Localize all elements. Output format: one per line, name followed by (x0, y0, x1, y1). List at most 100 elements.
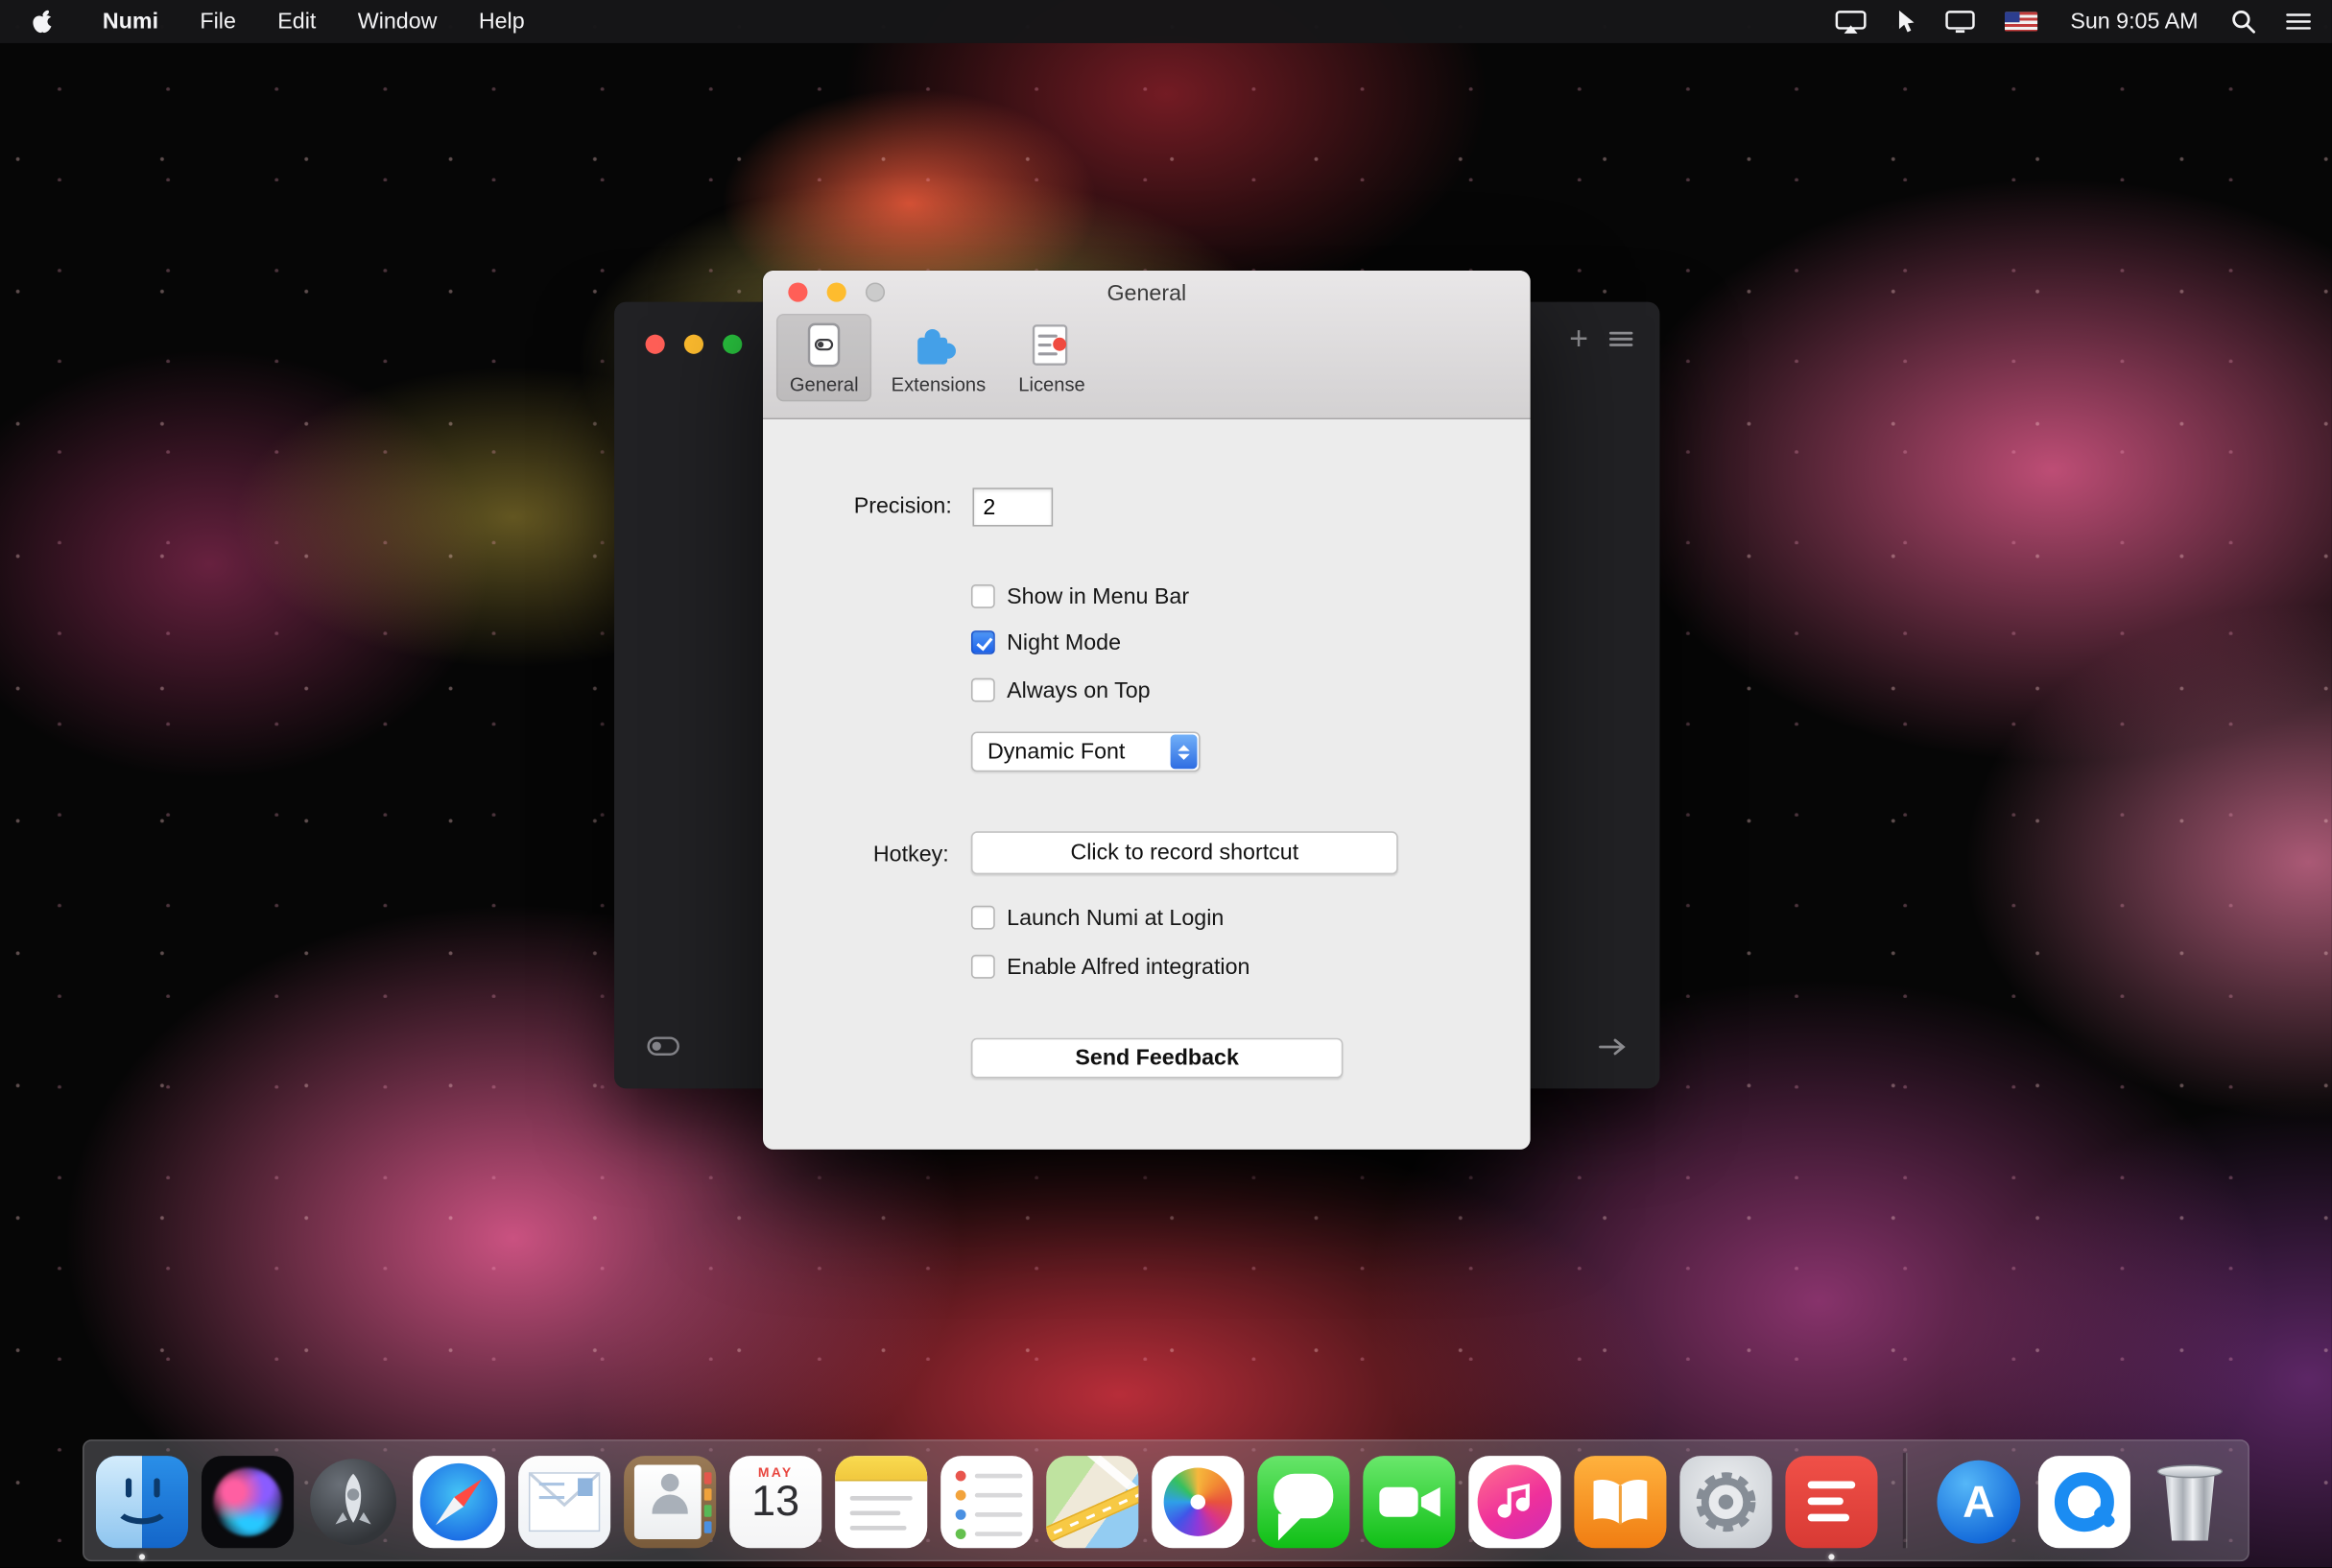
dock-item-notes[interactable] (835, 1456, 927, 1548)
dock-divider (1903, 1453, 1908, 1548)
menu-file[interactable]: File (179, 0, 257, 43)
dock-item-app-store[interactable]: A (1933, 1456, 2025, 1548)
font-select-value: Dynamic Font (973, 739, 1126, 764)
apple-menu[interactable] (0, 0, 82, 43)
dock-item-quicktime[interactable] (2038, 1456, 2130, 1548)
stamp (578, 1478, 592, 1496)
checkbox-night-mode[interactable]: Night Mode (971, 628, 1121, 657)
rocket-glyph (307, 1456, 399, 1548)
checkbox-label: Enable Alfred integration (1007, 954, 1249, 979)
menu-bar-left: Numi File Edit Window Help (0, 0, 545, 43)
launchpad-icon (307, 1456, 399, 1548)
apple-icon (32, 9, 54, 34)
preferences-titlebar[interactable]: General General Extensions (763, 271, 1531, 419)
license-tab-icon (1031, 321, 1072, 369)
tab-license-label: License (1018, 373, 1084, 395)
facetime-icon (1363, 1456, 1455, 1548)
theme-toggle-icon[interactable] (647, 1036, 679, 1063)
app-store-letter: A (1933, 1456, 2025, 1548)
add-icon[interactable]: + (1569, 322, 1588, 355)
close-button[interactable] (646, 335, 665, 354)
app-store-icon: A (1933, 1456, 2025, 1548)
checkbox-box (971, 906, 995, 930)
preferences-tabs: General Extensions License (776, 314, 1099, 401)
arrow-right-icon[interactable] (1597, 1036, 1627, 1063)
popup-stepper-icon (1171, 735, 1198, 770)
trash-icon (2144, 1456, 2236, 1548)
numi-app-icon (1785, 1456, 1877, 1548)
us-flag-icon[interactable] (1990, 0, 2053, 43)
dock-item-launchpad[interactable] (307, 1456, 399, 1548)
tab-general-label: General (790, 373, 859, 395)
menu-edit[interactable]: Edit (257, 0, 337, 43)
dock-item-finder[interactable] (96, 1456, 188, 1548)
open-book-glyph (1574, 1456, 1666, 1548)
screen: + General General (0, 0, 2332, 1567)
airplay-display-icon[interactable] (1820, 0, 1882, 43)
dock-item-messages[interactable] (1257, 1456, 1349, 1548)
music-note-glyph (1468, 1456, 1560, 1548)
checkbox-show-in-menu-bar[interactable]: Show in Menu Bar (971, 582, 1189, 611)
extensions-tab-icon (915, 321, 963, 369)
reminders-icon (940, 1456, 1033, 1548)
dock-item-maps[interactable] (1046, 1456, 1138, 1548)
menu-window[interactable]: Window (337, 0, 458, 43)
dock-item-calendar[interactable]: MAY 13 (729, 1456, 821, 1548)
tab-general[interactable]: General (776, 314, 872, 401)
menu-bar-clock[interactable]: Sun 9:05 AM (2053, 9, 2216, 34)
dock-item-safari[interactable] (413, 1456, 505, 1548)
checkbox-label: Night Mode (1007, 630, 1121, 654)
dock: MAY 13 (83, 1439, 2249, 1561)
dock-item-mail[interactable] (518, 1456, 610, 1548)
dock-item-contacts[interactable] (624, 1456, 716, 1548)
menu-icon[interactable] (1609, 330, 1633, 348)
compass-needle (413, 1456, 505, 1548)
safari-icon (413, 1456, 505, 1548)
mail-icon (518, 1456, 610, 1548)
checkbox-label: Always on Top (1007, 677, 1150, 702)
tab-license[interactable]: License (1005, 314, 1098, 401)
minimize-button[interactable] (684, 335, 703, 354)
menu-bar: Numi File Edit Window Help Sun 9:05 AM (0, 0, 2332, 43)
dock-item-facetime[interactable] (1363, 1456, 1455, 1548)
pointer-icon[interactable] (1882, 0, 1931, 43)
photos-icon (1152, 1456, 1244, 1548)
calendar-icon: MAY 13 (729, 1456, 821, 1548)
system-preferences-icon (1679, 1456, 1772, 1548)
record-shortcut-button[interactable]: Click to record shortcut (971, 831, 1398, 874)
itunes-icon (1468, 1456, 1560, 1548)
precision-input[interactable] (973, 487, 1054, 526)
dock-item-trash[interactable] (2144, 1456, 2236, 1548)
preferences-window: General General Extensions (763, 271, 1531, 1150)
window-title: General (763, 281, 1531, 306)
dock-item-books[interactable] (1574, 1456, 1666, 1548)
send-feedback-button[interactable]: Send Feedback (971, 1038, 1343, 1079)
display-icon[interactable] (1931, 0, 1990, 43)
dock-item-system-preferences[interactable] (1679, 1456, 1772, 1548)
checkbox-alfred-integration[interactable]: Enable Alfred integration (971, 952, 1249, 982)
dock-item-itunes[interactable] (1468, 1456, 1560, 1548)
spotlight-icon[interactable] (2216, 0, 2271, 43)
dock-item-reminders[interactable] (940, 1456, 1033, 1548)
menu-bar-status: Sun 9:05 AM (1820, 0, 2332, 43)
contacts-icon (624, 1456, 716, 1548)
zoom-button[interactable] (723, 335, 742, 354)
messages-icon (1257, 1456, 1349, 1548)
notes-icon (835, 1456, 927, 1548)
tab-extensions[interactable]: Extensions (878, 314, 999, 401)
maps-icon (1046, 1456, 1138, 1548)
dock-item-siri[interactable] (202, 1456, 294, 1548)
gear-glyph (1679, 1456, 1772, 1548)
dock-item-numi[interactable] (1785, 1456, 1877, 1548)
font-select[interactable]: Dynamic Font (971, 731, 1201, 772)
precision-label: Precision: (763, 494, 952, 519)
quicktime-icon (2038, 1456, 2130, 1548)
notification-center-icon[interactable] (2271, 0, 2332, 43)
checkbox-always-on-top[interactable]: Always on Top (971, 676, 1151, 705)
checkbox-launch-at-login[interactable]: Launch Numi at Login (971, 903, 1224, 933)
tab-extensions-label: Extensions (892, 373, 987, 395)
menu-help[interactable]: Help (458, 0, 545, 43)
general-tab-icon (805, 321, 844, 369)
dock-item-photos[interactable] (1152, 1456, 1244, 1548)
menu-app-name[interactable]: Numi (82, 9, 179, 34)
